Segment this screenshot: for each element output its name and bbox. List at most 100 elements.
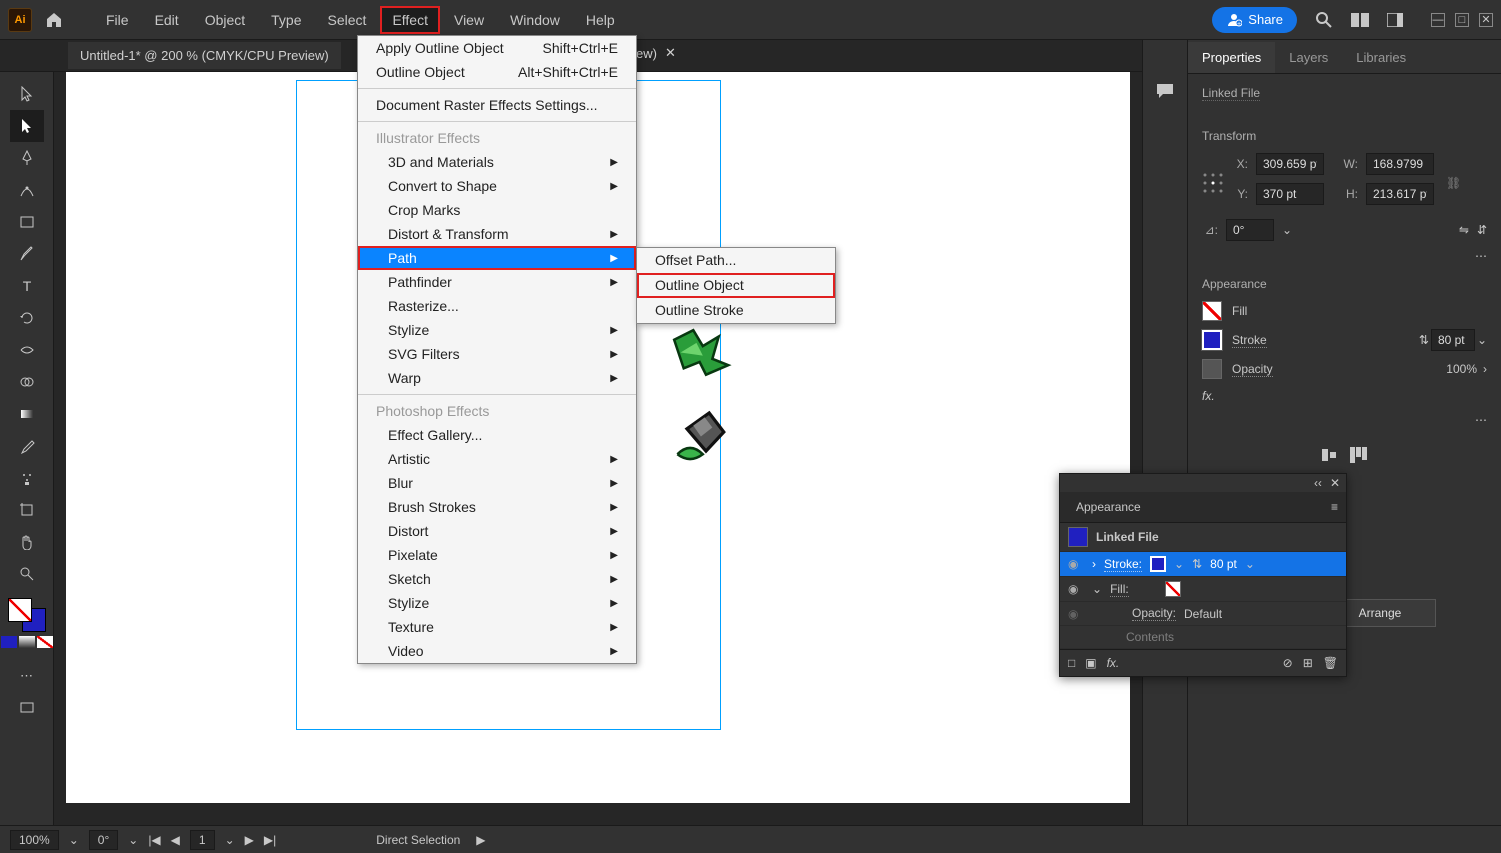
appearance-fill-row[interactable]: ◉ ⌄ Fill: xyxy=(1060,577,1346,602)
close-tab-icon[interactable]: ✕ xyxy=(665,45,676,61)
rectangle-tool[interactable] xyxy=(10,206,44,238)
menu-distort-transform[interactable]: Distort & Transform▶ xyxy=(358,222,636,246)
menu-pixelate[interactable]: Pixelate▶ xyxy=(358,543,636,567)
menu-type[interactable]: Type xyxy=(259,6,313,34)
rotate-tool[interactable] xyxy=(10,302,44,334)
x-input[interactable] xyxy=(1256,153,1324,175)
stroke-stepper-icon[interactable]: ⇅ xyxy=(1419,333,1429,347)
artboard-back-icon[interactable]: ◀ xyxy=(171,833,180,847)
menu-artistic[interactable]: Artistic▶ xyxy=(358,447,636,471)
angle-input[interactable] xyxy=(1226,219,1274,241)
visibility-icon-3[interactable]: ◉ xyxy=(1068,607,1084,621)
menu-raster-settings[interactable]: Document Raster Effects Settings... xyxy=(358,93,636,117)
submenu-offset-path[interactable]: Offset Path... xyxy=(637,248,835,273)
more-transform-icon[interactable]: ⋯ xyxy=(1475,249,1487,263)
menu-warp[interactable]: Warp▶ xyxy=(358,366,636,390)
opacity-arrow-icon[interactable]: › xyxy=(1483,362,1487,376)
eyedropper-tool[interactable] xyxy=(10,430,44,462)
zoom-dropdown-icon[interactable]: ⌄ xyxy=(69,833,79,847)
reference-point-icon[interactable] xyxy=(1202,172,1224,194)
fill-swatch-prop[interactable] xyxy=(1202,301,1222,321)
comments-panel-icon[interactable] xyxy=(1155,82,1175,100)
menu-svg-filters[interactable]: SVG Filters▶ xyxy=(358,342,636,366)
more-appearance-icon[interactable]: ⋯ xyxy=(1475,413,1487,427)
menu-rasterize[interactable]: Rasterize... xyxy=(358,294,636,318)
pen-tool[interactable] xyxy=(10,142,44,174)
rotate-view-field[interactable]: 0° xyxy=(89,830,118,850)
hand-tool[interactable] xyxy=(10,526,44,558)
appearance-stroke-row[interactable]: ◉ › Stroke: ⌄ ⇅ 80 pt ⌄ xyxy=(1060,552,1346,577)
trash-icon[interactable]: 🗑 xyxy=(1323,656,1338,670)
tab-layers[interactable]: Layers xyxy=(1275,42,1342,73)
fill-swatch[interactable] xyxy=(8,598,32,622)
menu-apply-last-effect[interactable]: Apply Outline ObjectShift+Ctrl+E xyxy=(358,36,636,60)
document-tab[interactable]: Untitled-1* @ 200 % (CMYK/CPU Preview) xyxy=(68,42,341,69)
status-menu-icon[interactable]: ▶ xyxy=(476,833,485,847)
menu-pathfinder[interactable]: Pathfinder▶ xyxy=(358,270,636,294)
gradient-tool[interactable] xyxy=(10,398,44,430)
share-button[interactable]: + Share xyxy=(1212,7,1297,33)
y-input[interactable] xyxy=(1256,183,1324,205)
stroke-weight-dropdown-icon[interactable]: ⌄ xyxy=(1245,557,1255,571)
tab-libraries[interactable]: Libraries xyxy=(1342,42,1420,73)
expand-icon[interactable]: › xyxy=(1092,557,1096,571)
flip-h-icon[interactable]: ⇋ xyxy=(1459,223,1469,237)
appearance-opacity-row[interactable]: ◉ Opacity: Default xyxy=(1060,602,1346,626)
tab-properties[interactable]: Properties xyxy=(1188,42,1275,73)
window-minimize-icon[interactable]: — xyxy=(1431,13,1445,27)
opacity-swatch-icon[interactable] xyxy=(1202,359,1222,379)
artboard-fwd-icon[interactable]: ▶ xyxy=(245,833,254,847)
menu-3d[interactable]: 3D and Materials▶ xyxy=(358,150,636,174)
visibility-icon[interactable]: ◉ xyxy=(1068,557,1084,571)
menu-stylize-ps[interactable]: Stylize▶ xyxy=(358,591,636,615)
menu-edit[interactable]: Edit xyxy=(143,6,191,34)
zoom-tool[interactable] xyxy=(10,558,44,590)
menu-select[interactable]: Select xyxy=(316,6,379,34)
menu-convert-shape[interactable]: Convert to Shape▶ xyxy=(358,174,636,198)
menu-texture[interactable]: Texture▶ xyxy=(358,615,636,639)
paintbrush-tool[interactable] xyxy=(10,238,44,270)
w-input[interactable] xyxy=(1366,153,1434,175)
panel-menu-icon[interactable]: ≡ xyxy=(1331,500,1338,514)
menu-last-effect[interactable]: Outline ObjectAlt+Shift+Ctrl+E xyxy=(358,60,636,84)
artboard-last-icon[interactable]: ▶| xyxy=(264,833,276,847)
menu-help[interactable]: Help xyxy=(574,6,627,34)
align-icon-2[interactable] xyxy=(1350,447,1368,463)
artboard-dropdown-icon[interactable]: ⌄ xyxy=(225,833,235,847)
stroke-label[interactable]: Stroke xyxy=(1232,333,1267,348)
rotate-dropdown-icon[interactable]: ⌄ xyxy=(128,833,138,847)
new-art-fill-icon[interactable]: ▣ xyxy=(1085,656,1096,670)
edit-toolbar-icon[interactable]: ⋯ xyxy=(10,660,44,692)
panel-collapse-icon[interactable]: ‹‹ xyxy=(1314,476,1322,490)
menu-distort-ps[interactable]: Distort▶ xyxy=(358,519,636,543)
appearance-contents-row[interactable]: Contents xyxy=(1060,626,1346,649)
direct-selection-tool[interactable] xyxy=(10,110,44,142)
menu-window[interactable]: Window xyxy=(498,6,572,34)
placed-artwork[interactable] xyxy=(646,327,766,467)
home-icon[interactable] xyxy=(44,10,64,30)
menu-crop-marks[interactable]: Crop Marks xyxy=(358,198,636,222)
duplicate-icon[interactable]: ⊞ xyxy=(1303,656,1313,670)
panel-close-icon[interactable]: ✕ xyxy=(1330,476,1340,490)
stroke-weight-input[interactable] xyxy=(1431,329,1475,351)
menu-blur[interactable]: Blur▶ xyxy=(358,471,636,495)
visibility-icon-2[interactable]: ◉ xyxy=(1068,582,1084,596)
menu-path[interactable]: Path▶ xyxy=(358,246,636,270)
stroke-stepper2-icon[interactable]: ⇅ xyxy=(1192,557,1202,571)
menu-file[interactable]: File xyxy=(94,6,141,34)
artboard-number-field[interactable]: 1 xyxy=(190,830,215,850)
window-close-icon[interactable]: ✕ xyxy=(1479,13,1493,27)
angle-dropdown-icon[interactable]: ⌄ xyxy=(1282,223,1292,237)
menu-brush-strokes[interactable]: Brush Strokes▶ xyxy=(358,495,636,519)
link-wh-icon[interactable]: ⛓ xyxy=(1446,176,1461,190)
new-art-basic-icon[interactable]: □ xyxy=(1068,656,1075,670)
artboard-prev-icon[interactable]: |◀ xyxy=(148,833,160,847)
fx-icon[interactable]: fx. xyxy=(1202,389,1215,403)
fill-stroke-swatch[interactable] xyxy=(8,598,46,632)
menu-sketch[interactable]: Sketch▶ xyxy=(358,567,636,591)
width-tool[interactable] xyxy=(10,334,44,366)
workspace-icon[interactable] xyxy=(1387,13,1403,27)
artboard-tool[interactable] xyxy=(10,494,44,526)
stroke-dropdown-icon[interactable]: ⌄ xyxy=(1477,333,1487,347)
color-mode-swatches[interactable] xyxy=(1,636,53,648)
